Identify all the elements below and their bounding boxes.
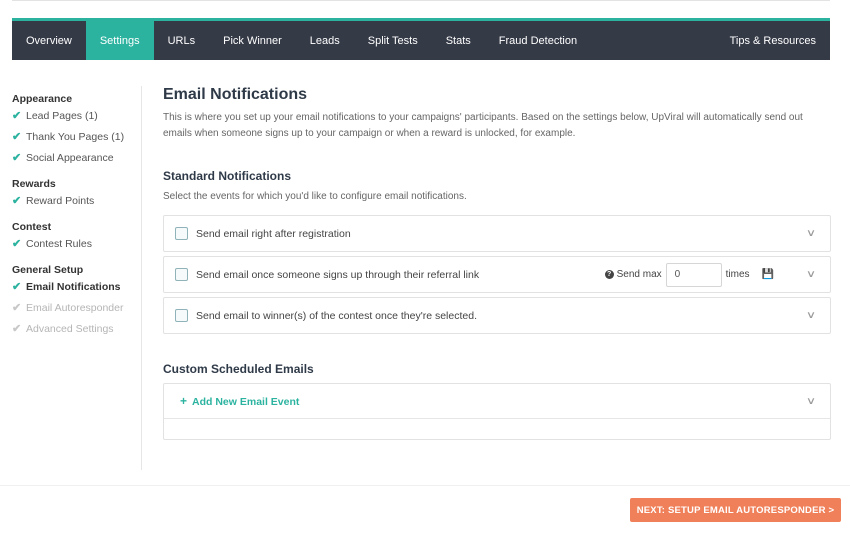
tab-overview[interactable]: Overview [12,21,86,60]
tab-settings[interactable]: Settings [85,21,154,60]
chevron-down-icon[interactable]: ∨ [801,269,821,280]
sidebar-item-email-autoresponder[interactable]: ✔ Email Autoresponder [12,298,141,319]
sidebar-item-reward-points[interactable]: ✔ Reward Points [12,191,141,212]
custom-emails-header: + Add New Email Event ∨ [164,384,830,419]
tab-urls[interactable]: URLs [154,21,210,60]
send-max-label: Send max [616,269,662,280]
tab-fraud-detection[interactable]: Fraud Detection [485,21,591,60]
sidebar-item-label: Lead Pages (1) [26,110,98,122]
check-icon: ✔ [12,302,22,314]
notification-label: Send email right after registration [196,227,351,240]
check-icon: ✔ [12,238,22,250]
campaign-nav: Overview Settings URLs Pick Winner Leads… [12,18,830,60]
footer-divider [0,485,850,486]
next-setup-autoresponder-button[interactable]: NEXT: SETUP EMAIL AUTORESPONDER > [630,498,841,522]
send-max-control: ? Send max times 💾 [604,262,774,287]
notification-label: Send email once someone signs up through… [196,268,480,281]
check-icon: ✔ [12,110,22,122]
times-label: times [725,269,750,280]
check-icon: ✔ [12,281,22,293]
main-content: Email Notifications This is where you se… [163,84,831,440]
sidebar-item-label: Advanced Settings [26,323,114,335]
sidebar-item-label: Email Notifications [26,281,121,293]
sidebar-item-email-notifications[interactable]: ✔ Email Notifications [12,277,141,298]
sidebar-group-appearance: Appearance [12,93,73,105]
question-icon[interactable]: ? [604,270,614,279]
check-icon: ✔ [12,195,22,207]
check-icon: ✔ [12,152,22,164]
tab-leads[interactable]: Leads [296,21,354,60]
sidebar-item-thank-you-pages[interactable]: ✔ Thank You Pages (1) [12,127,141,148]
sidebar-item-contest-rules[interactable]: ✔ Contest Rules [12,234,141,255]
settings-sidebar: Appearance ✔ Lead Pages (1) ✔ Thank You … [12,86,142,470]
notification-label: Send email to winner(s) of the contest o… [196,309,477,322]
sidebar-item-label: Social Appearance [26,152,114,164]
referral-signup-checkbox[interactable] [175,268,188,281]
sidebar-item-label: Contest Rules [26,238,92,250]
check-icon: ✔ [12,131,22,143]
sidebar-item-lead-pages[interactable]: ✔ Lead Pages (1) [12,106,141,127]
add-email-event-label: Add New Email Event [192,396,300,408]
plus-icon: + [180,394,188,408]
chevron-down-icon[interactable]: ∨ [801,396,821,407]
tab-pick-winner[interactable]: Pick Winner [209,21,296,60]
tips-resources-link[interactable]: Tips & Resources [716,21,830,60]
sidebar-group-contest: Contest [12,221,52,233]
notification-row-referral-signup: Send email once someone signs up through… [163,256,831,293]
chevron-down-icon[interactable]: ∨ [801,228,821,239]
page-title: Email Notifications [163,86,308,103]
page-intro: This is where you set up your email noti… [163,112,803,139]
sidebar-item-advanced-settings[interactable]: ✔ Advanced Settings [12,319,141,340]
tab-split-tests[interactable]: Split Tests [354,21,432,60]
top-divider [12,0,830,1]
standard-notifications-subtitle: Select the events for which you'd like t… [163,191,467,202]
winner-checkbox[interactable] [175,309,188,322]
sidebar-item-label: Email Autoresponder [26,302,124,314]
sidebar-group-rewards: Rewards [12,178,56,190]
standard-notifications-title: Standard Notifications [163,169,292,183]
custom-emails-title: Custom Scheduled Emails [163,362,314,376]
check-icon: ✔ [12,323,22,335]
sidebar-group-general-setup: General Setup [12,264,84,276]
registration-checkbox[interactable] [175,227,188,240]
chevron-down-icon[interactable]: ∨ [801,310,821,321]
sidebar-item-label: Thank You Pages (1) [26,131,125,143]
notification-row-winner: Send email to winner(s) of the contest o… [163,297,831,334]
notification-list: Send email right after registration ∨ Se… [163,215,831,334]
custom-emails-panel: + Add New Email Event ∨ [163,383,831,440]
save-icon[interactable]: 💾 [762,269,774,280]
sidebar-item-label: Reward Points [26,195,95,207]
add-email-event-button[interactable]: + Add New Email Event [180,394,804,408]
send-max-input[interactable] [665,262,722,287]
tab-stats[interactable]: Stats [432,21,485,60]
notification-row-registration: Send email right after registration ∨ [163,215,831,252]
sidebar-item-social-appearance[interactable]: ✔ Social Appearance [12,148,141,169]
